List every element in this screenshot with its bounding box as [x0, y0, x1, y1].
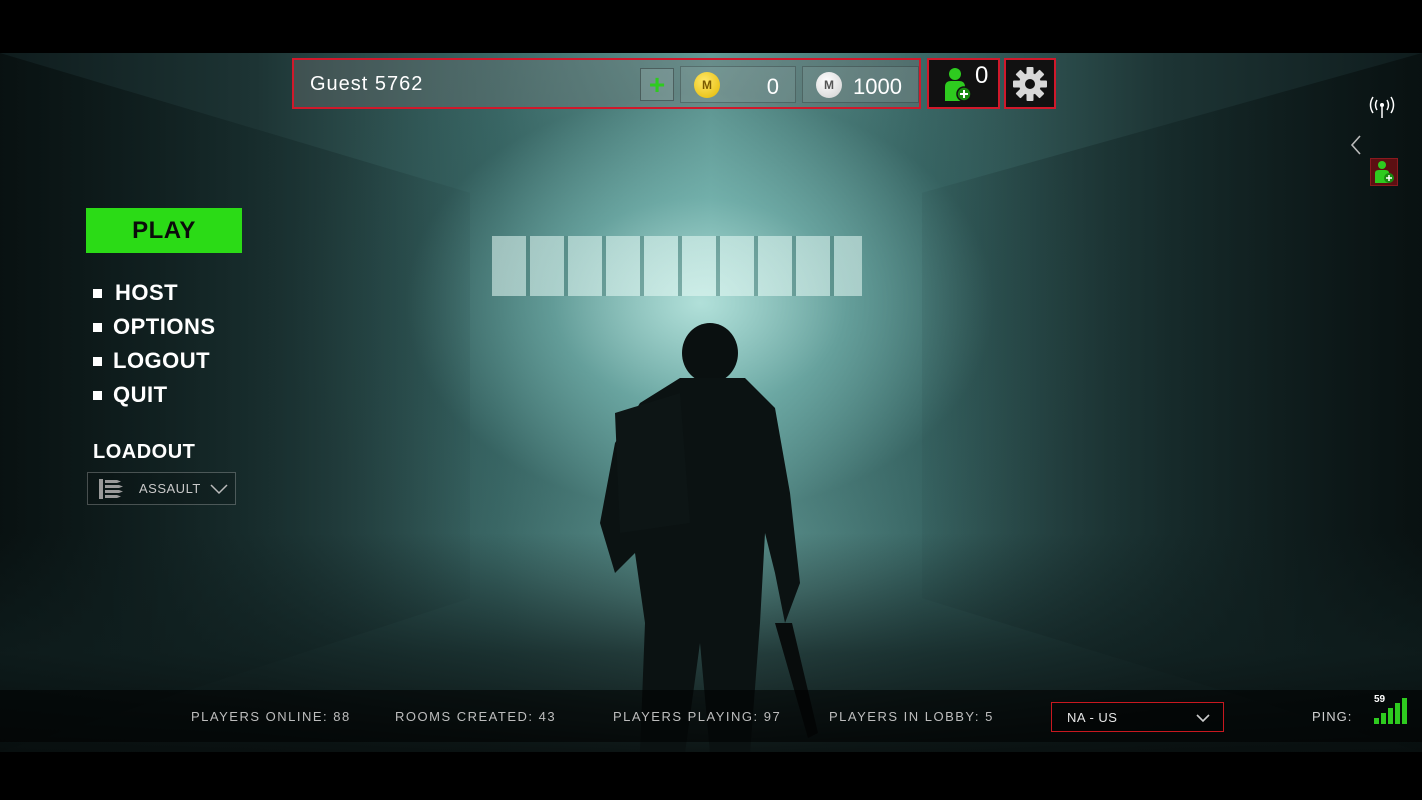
soldier-silhouette: [600, 323, 818, 752]
plus-icon: +: [648, 69, 666, 100]
play-button[interactable]: PLAY: [86, 208, 242, 253]
players-online: PLAYERS ONLINE: 88: [191, 709, 351, 724]
ping-bars-icon: [1374, 698, 1407, 724]
player-name: Guest 5762: [310, 73, 424, 95]
ping-bar: [1402, 698, 1407, 724]
bullet-icon: [93, 356, 102, 366]
players-playing: PLAYERS PLAYING: 97: [613, 709, 782, 724]
region-value: NA - US: [1067, 710, 1118, 725]
region-dropdown[interactable]: NA - US: [1051, 702, 1224, 732]
bullet-icon: [93, 390, 102, 400]
friends-button[interactable]: 0: [927, 58, 1000, 109]
menu-item-label: OPTIONS: [113, 314, 216, 339]
ping-bar: [1395, 703, 1400, 724]
add-friend-icon: [945, 68, 972, 102]
silver-coin-icon: M: [816, 71, 842, 98]
ammo-icon: [99, 478, 123, 499]
menu-item-logout[interactable]: LOGOUT: [93, 344, 216, 378]
silver-currency: M 1000: [802, 66, 919, 103]
chevron-down-icon: [210, 483, 228, 494]
bullet-icon: [93, 288, 102, 298]
profile-bar: Guest 5762 + M 0 M 1000: [292, 58, 921, 109]
letterbox-bottom: [0, 752, 1422, 800]
loadout-value: ASSAULT: [139, 481, 201, 496]
add-friend-icon: [1375, 161, 1394, 183]
gold-amount: 0: [766, 74, 779, 99]
ping-bar: [1374, 718, 1379, 724]
loadout-title: LOADOUT: [93, 441, 196, 463]
gold-currency: M 0: [680, 66, 796, 103]
friends-count: 0: [975, 62, 989, 89]
settings-button[interactable]: [1004, 58, 1056, 109]
signal-icon: [1369, 96, 1395, 118]
menu-item-host[interactable]: HOST: [93, 276, 216, 310]
loadout-dropdown[interactable]: ASSAULT: [87, 472, 236, 505]
ping-bar: [1388, 708, 1393, 724]
back-window: [492, 236, 862, 296]
gear-icon: [1013, 66, 1047, 101]
gold-coin-icon: M: [694, 71, 720, 98]
chevron-down-icon: [1196, 714, 1210, 723]
ping-bar: [1381, 713, 1386, 724]
side-friends-button[interactable]: [1370, 158, 1398, 186]
rooms-created: ROOMS CREATED: 43: [395, 709, 557, 724]
menu-item-label: LOGOUT: [113, 348, 211, 373]
menu-item-options[interactable]: OPTIONS: [93, 310, 216, 344]
status-bar: PLAYERS ONLINE: 88 ROOMS CREATED: 43 PLA…: [0, 690, 1422, 742]
main-menu: HOST OPTIONS LOGOUT QUIT: [93, 276, 216, 412]
add-currency-button[interactable]: +: [640, 68, 674, 101]
ping-label: PING:: [1312, 709, 1353, 724]
letterbox-top: [0, 0, 1422, 53]
players-in-lobby: PLAYERS IN LOBBY: 5: [829, 709, 994, 724]
menu-item-label: HOST: [115, 280, 179, 305]
menu-item-quit[interactable]: QUIT: [93, 378, 216, 412]
bullet-icon: [93, 322, 102, 332]
menu-item-label: QUIT: [113, 382, 168, 407]
chevron-left-icon[interactable]: [1348, 132, 1364, 158]
silver-amount: 1000: [853, 74, 902, 99]
